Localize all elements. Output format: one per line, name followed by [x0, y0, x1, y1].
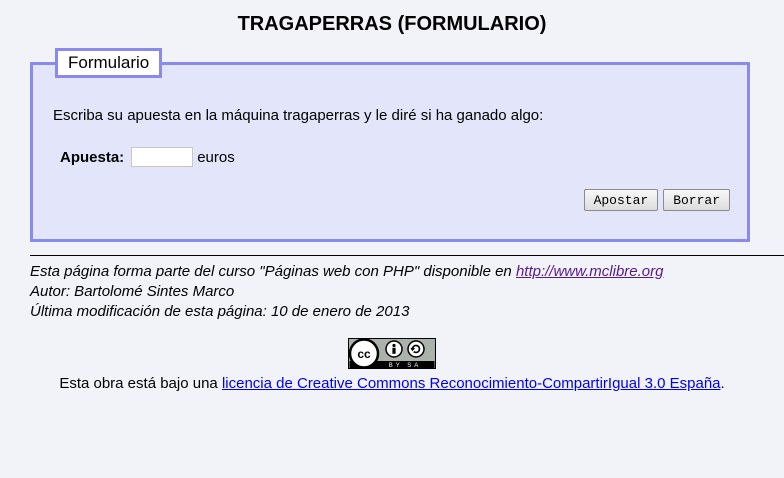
license-suffix: . [720, 375, 725, 392]
svg-text:cc: cc [357, 347, 371, 361]
footer-divider [30, 255, 784, 256]
license-prefix: Esta obra está bajo una [59, 375, 222, 392]
cc-logo-icon: cc [348, 338, 380, 369]
mclibre-link[interactable]: http://www.mclibre.org [516, 263, 664, 280]
bet-row: Apuesta: euros [60, 147, 235, 167]
form-buttons: Apostar Borrar [583, 189, 730, 211]
page-title: TRAGAPERRAS (FORMULARIO) [237, 13, 547, 35]
bet-input[interactable] [131, 147, 194, 167]
form-legend: Formulario [55, 48, 163, 78]
license-link[interactable]: licencia de Creative Commons Reconocimie… [222, 375, 721, 392]
footer-course-line: Esta página forma parte del curso "Págin… [30, 262, 663, 282]
by-attribution-icon [385, 340, 403, 358]
license-notice: Esta obra está bajo una licencia de Crea… [0, 375, 784, 392]
form-fieldset: Formulario Escriba su apuesta en la máqu… [30, 48, 750, 242]
footer-author: Autor: Bartolomé Sintes Marco [30, 283, 235, 300]
bet-unit: euros [197, 148, 235, 166]
apostar-button[interactable]: Apostar [583, 189, 659, 211]
bet-label: Apuesta: [60, 148, 125, 166]
footer-course-text: Esta página forma parte del curso "Págin… [30, 263, 516, 280]
borrar-button[interactable]: Borrar [663, 189, 730, 211]
cc-badge-text: BY SA [389, 363, 422, 369]
form-intro-text: Escriba su apuesta en la máquina tragape… [53, 107, 544, 124]
sa-sharealike-icon [407, 340, 425, 358]
footer-info: Esta página forma parte del curso "Págin… [30, 262, 663, 322]
cc-license-badge[interactable]: cc BY SA [348, 338, 436, 369]
footer-modified: Última modificación de esta página: 10 d… [30, 303, 410, 320]
